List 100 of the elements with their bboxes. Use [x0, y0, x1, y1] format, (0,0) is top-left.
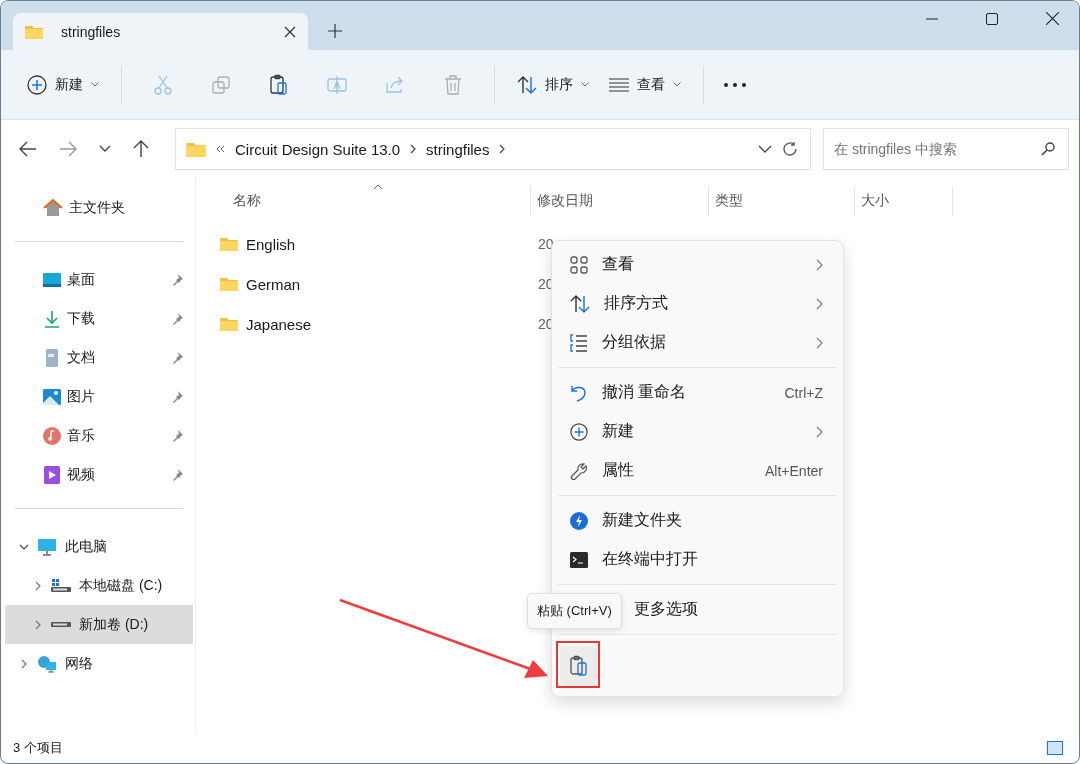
drive-icon — [51, 622, 71, 627]
pin-icon[interactable] — [171, 312, 183, 325]
tree-item[interactable]: 本地磁盘 (C:) — [5, 566, 193, 605]
menu-item[interactable]: 在终端中打开 — [552, 540, 843, 579]
double-chevron-icon — [216, 145, 225, 153]
close-icon[interactable] — [1046, 12, 1059, 25]
back-icon[interactable] — [19, 141, 37, 157]
tree-item[interactable]: 此电脑 — [5, 527, 193, 566]
wrench-icon — [570, 461, 588, 480]
menu-label: 排序方式 — [604, 293, 669, 313]
search-icon — [1041, 142, 1055, 156]
clipboard-icon — [569, 655, 589, 677]
lightning-badge-icon — [570, 511, 588, 530]
chevron-right-icon[interactable] — [19, 658, 29, 669]
forward-icon[interactable] — [59, 141, 77, 157]
paste-button[interactable] — [560, 646, 598, 686]
caret-icon — [91, 82, 99, 87]
tree-label: 此电脑 — [65, 537, 107, 556]
music-icon — [43, 426, 61, 445]
list-icon — [609, 77, 629, 92]
pin-icon[interactable] — [171, 468, 183, 481]
tree-label: 本地磁盘 (C:) — [79, 576, 163, 595]
sidebar-item[interactable]: 文档 — [1, 338, 195, 377]
tooltip: 粘贴 (Ctrl+V) — [527, 593, 622, 629]
menu-label: 新建 — [602, 421, 635, 441]
monitor-icon — [37, 537, 57, 556]
video-icon — [43, 465, 61, 484]
home-icon — [43, 198, 63, 217]
menu-item[interactable]: 分组依据 — [552, 323, 843, 362]
folder-icon — [186, 141, 206, 157]
new-tab-icon[interactable] — [328, 24, 342, 38]
menu-item[interactable]: 新建文件夹 — [552, 501, 843, 540]
menu-item[interactable]: 属性 Alt+Enter — [552, 451, 843, 490]
up-icon[interactable] — [133, 140, 149, 158]
shortcut-text: Ctrl+Z — [784, 384, 823, 401]
maximize-icon[interactable] — [986, 13, 998, 25]
terminal-icon — [570, 551, 588, 568]
pin-icon[interactable] — [171, 429, 183, 442]
chevron-down-icon[interactable] — [758, 145, 772, 153]
sidebar-label: 主文件夹 — [69, 198, 125, 217]
window-tab[interactable]: stringfiles — [13, 13, 308, 50]
pin-icon[interactable] — [171, 351, 183, 364]
menu-label: 撤消 重命名 — [602, 382, 688, 402]
tree-item[interactable]: 网络 — [5, 644, 193, 683]
modified-date: 20 — [538, 236, 554, 252]
details-view-icon[interactable] — [1047, 741, 1063, 755]
sort-icon — [517, 75, 537, 94]
item-count: 3 个项目 — [13, 739, 63, 757]
download-icon — [43, 309, 61, 328]
sidebar-item[interactable]: 音乐 — [1, 416, 195, 455]
sidebar-label: 视频 — [67, 465, 96, 484]
address-bar[interactable]: Circuit Design Suite 13.0 stringfiles — [175, 128, 811, 170]
menu-item[interactable]: 新建 — [552, 412, 843, 451]
chevron-down-icon[interactable] — [99, 145, 111, 153]
menu-item[interactable]: 撤消 重命名 Ctrl+Z — [552, 373, 843, 412]
breadcrumb[interactable]: stringfiles — [426, 140, 490, 158]
sidebar-item[interactable]: 视频 — [1, 455, 195, 494]
sort-button[interactable]: 排序 — [507, 69, 599, 100]
highlight-box — [556, 641, 600, 688]
plus-circle-icon — [27, 74, 47, 95]
shortcut-text: Alt+Enter — [765, 462, 823, 479]
chevron-right-icon[interactable] — [33, 580, 43, 591]
column-header[interactable]: 名称 — [196, 186, 531, 216]
new-button[interactable]: 新建 — [17, 68, 109, 101]
sidebar-item[interactable]: 主文件夹 — [1, 188, 195, 227]
sidebar-label: 音乐 — [67, 426, 96, 445]
tree-item[interactable]: 新加卷 (D:) — [5, 605, 193, 644]
chevron-right-icon[interactable] — [499, 144, 506, 154]
sidebar-item[interactable]: 下载 — [1, 299, 195, 338]
menu-label: 在终端中打开 — [602, 549, 699, 569]
document-icon — [43, 348, 61, 367]
group-list-icon — [570, 333, 588, 352]
menu-item[interactable]: 查看 — [552, 245, 843, 284]
rename-icon — [326, 73, 348, 96]
grid-icon — [570, 255, 588, 274]
breadcrumb[interactable]: Circuit Design Suite 13.0 — [235, 140, 401, 158]
file-name[interactable]: German — [246, 275, 301, 293]
column-header[interactable]: 大小 — [855, 186, 953, 216]
refresh-icon[interactable] — [782, 141, 798, 157]
column-header[interactable]: 类型 — [709, 186, 855, 216]
folder-icon — [220, 237, 238, 251]
column-header[interactable]: 修改日期 — [531, 186, 709, 216]
chevron-right-icon[interactable] — [410, 144, 417, 154]
image-icon — [43, 387, 61, 406]
menu-label: 分组依据 — [602, 332, 667, 352]
menu-item[interactable]: 排序方式 — [552, 284, 843, 323]
undo-icon — [570, 383, 588, 402]
folder-icon — [220, 317, 238, 331]
pin-icon[interactable] — [171, 390, 183, 403]
search-field[interactable]: 在 stringfiles 中搜索 — [823, 128, 1069, 170]
sidebar-item[interactable]: 图片 — [1, 377, 195, 416]
sidebar-item[interactable]: 桌面 — [1, 260, 195, 299]
view-button[interactable]: 查看 — [599, 69, 691, 100]
pin-icon[interactable] — [171, 273, 183, 286]
close-icon[interactable] — [284, 25, 296, 38]
file-name[interactable]: Japanese — [246, 315, 312, 333]
file-name[interactable]: English — [246, 235, 296, 253]
sidebar-label: 桌面 — [67, 270, 96, 289]
more-icon[interactable] — [724, 82, 746, 87]
sort-icon — [570, 294, 590, 313]
